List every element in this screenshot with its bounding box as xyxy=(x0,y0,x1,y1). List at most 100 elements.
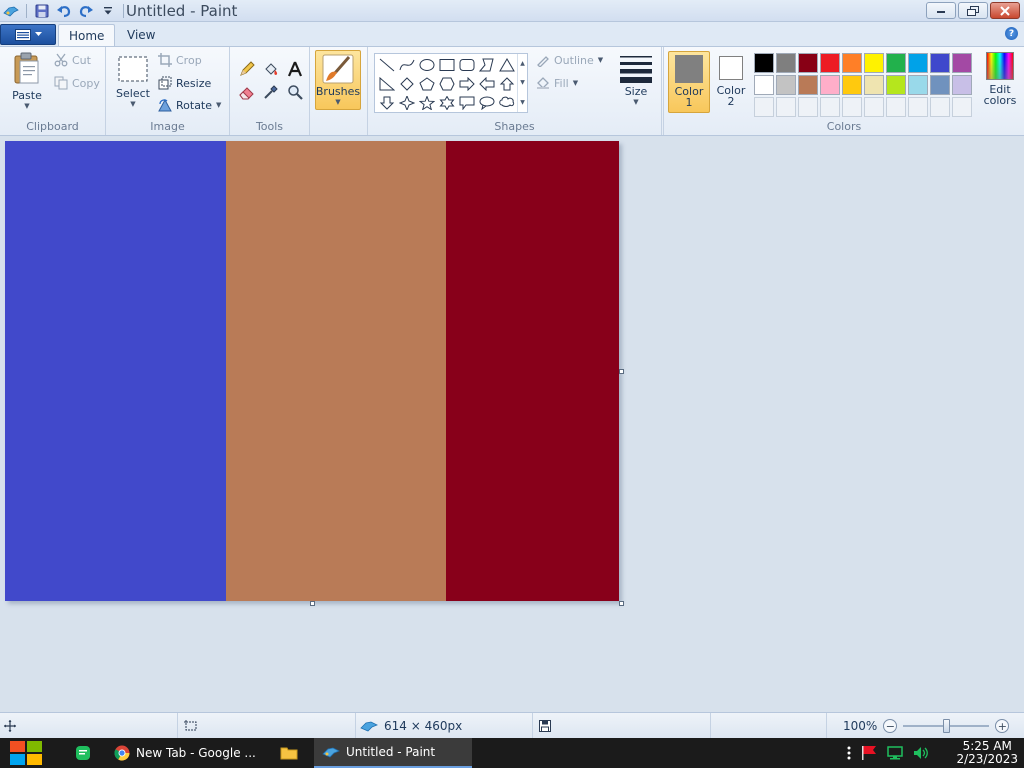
triangle-shape-icon[interactable] xyxy=(497,55,517,74)
left-arrow-shape-icon[interactable] xyxy=(477,74,497,93)
palette-color-swatch[interactable] xyxy=(864,53,884,73)
network-icon[interactable] xyxy=(886,745,904,761)
zoom-slider-thumb[interactable] xyxy=(943,719,951,733)
volume-icon[interactable] xyxy=(912,745,930,761)
magnifier-icon[interactable] xyxy=(284,82,306,102)
rounded-rectangle-shape-icon[interactable] xyxy=(457,55,477,74)
curve-shape-icon[interactable] xyxy=(397,55,417,74)
palette-custom-slot[interactable] xyxy=(864,97,884,117)
zoom-in-button[interactable]: + xyxy=(995,719,1010,733)
palette-color-swatch[interactable] xyxy=(842,75,862,95)
outline-button[interactable]: Outline ▼ xyxy=(536,53,603,67)
taskbar-chrome[interactable]: New Tab - Google ... xyxy=(106,738,264,768)
size-button[interactable]: Size ▼ xyxy=(618,53,654,106)
palette-color-swatch[interactable] xyxy=(776,75,796,95)
taskbar-app-green[interactable] xyxy=(64,738,102,768)
customize-qat-icon[interactable] xyxy=(99,2,117,20)
palette-color-swatch[interactable] xyxy=(952,75,972,95)
palette-color-swatch[interactable] xyxy=(886,75,906,95)
up-arrow-shape-icon[interactable] xyxy=(497,74,517,93)
canvas-resize-handle-bottom[interactable] xyxy=(310,601,315,606)
diamond-shape-icon[interactable] xyxy=(397,74,417,93)
palette-color-swatch[interactable] xyxy=(842,53,862,73)
six-point-star-shape-icon[interactable] xyxy=(437,93,457,112)
minimize-button[interactable] xyxy=(926,2,956,19)
select-button[interactable]: Select ▼ xyxy=(114,55,152,108)
clock[interactable]: 5:25 AM 2/23/2023 xyxy=(956,740,1018,766)
down-arrow-shape-icon[interactable] xyxy=(377,93,397,112)
drawing-canvas[interactable] xyxy=(5,141,619,601)
palette-color-swatch[interactable] xyxy=(820,75,840,95)
palette-custom-slot[interactable] xyxy=(776,97,796,117)
action-center-flag-icon[interactable] xyxy=(860,745,878,761)
text-icon[interactable] xyxy=(284,59,306,79)
rectangle-shape-icon[interactable] xyxy=(437,55,457,74)
palette-color-swatch[interactable] xyxy=(952,53,972,73)
eraser-icon[interactable] xyxy=(236,82,258,102)
palette-custom-slot[interactable] xyxy=(930,97,950,117)
color2-button[interactable]: Color 2 xyxy=(710,51,752,113)
canvas-workspace[interactable] xyxy=(0,137,1024,712)
zoom-slider[interactable] xyxy=(903,719,990,733)
paste-button[interactable]: Paste ▼ xyxy=(8,51,46,110)
palette-color-swatch[interactable] xyxy=(820,53,840,73)
save-icon[interactable] xyxy=(33,2,51,20)
more-options-icon[interactable] xyxy=(846,745,852,761)
gallery-expand-icon[interactable]: ▼ xyxy=(520,99,525,106)
palette-color-swatch[interactable] xyxy=(930,53,950,73)
four-point-star-shape-icon[interactable] xyxy=(397,93,417,112)
resize-button[interactable]: Resize xyxy=(158,76,211,90)
line-shape-icon[interactable] xyxy=(377,55,397,74)
palette-custom-slot[interactable] xyxy=(908,97,928,117)
palette-color-swatch[interactable] xyxy=(864,75,884,95)
palette-custom-slot[interactable] xyxy=(952,97,972,117)
palette-color-swatch[interactable] xyxy=(798,75,818,95)
help-icon[interactable]: ? xyxy=(1005,27,1018,40)
close-button[interactable] xyxy=(990,2,1020,19)
palette-color-swatch[interactable] xyxy=(798,53,818,73)
cloud-callout-shape-icon[interactable] xyxy=(497,93,517,112)
rotate-button[interactable]: Rotate ▼ xyxy=(158,98,221,112)
hexagon-shape-icon[interactable] xyxy=(437,74,457,93)
scroll-up-icon[interactable]: ▲ xyxy=(520,60,525,67)
oval-shape-icon[interactable] xyxy=(417,55,437,74)
color-picker-icon[interactable] xyxy=(260,82,282,102)
palette-color-swatch[interactable] xyxy=(886,53,906,73)
zoom-out-button[interactable]: − xyxy=(883,719,898,733)
palette-custom-slot[interactable] xyxy=(886,97,906,117)
scroll-down-icon[interactable]: ▼ xyxy=(520,79,525,86)
paint-app-icon[interactable] xyxy=(2,2,20,20)
tab-view[interactable]: View xyxy=(117,24,165,46)
palette-color-swatch[interactable] xyxy=(754,75,774,95)
start-button[interactable] xyxy=(8,740,44,766)
palette-custom-slot[interactable] xyxy=(754,97,774,117)
palette-color-swatch[interactable] xyxy=(908,53,928,73)
edit-colors-button[interactable]: Edit colors xyxy=(980,52,1020,106)
pentagon-shape-icon[interactable] xyxy=(417,74,437,93)
cut-button[interactable]: Cut xyxy=(54,53,91,67)
shapes-scrollbar[interactable]: ▲ ▼ ▼ xyxy=(517,54,527,112)
redo-icon[interactable] xyxy=(77,2,95,20)
palette-color-swatch[interactable] xyxy=(930,75,950,95)
brushes-button[interactable]: Brushes ▼ xyxy=(315,50,361,110)
canvas-resize-handle-right[interactable] xyxy=(619,369,624,374)
fill-icon[interactable] xyxy=(260,59,282,79)
oval-callout-shape-icon[interactable] xyxy=(477,93,497,112)
palette-color-swatch[interactable] xyxy=(908,75,928,95)
color1-button[interactable]: Color 1 xyxy=(668,51,710,113)
palette-custom-slot[interactable] xyxy=(820,97,840,117)
pencil-icon[interactable] xyxy=(236,59,258,79)
restore-button[interactable] xyxy=(958,2,988,19)
palette-color-swatch[interactable] xyxy=(754,53,774,73)
paint-menu-button[interactable] xyxy=(0,24,56,45)
crop-button[interactable]: Crop xyxy=(158,53,202,67)
palette-custom-slot[interactable] xyxy=(842,97,862,117)
copy-button[interactable]: Copy xyxy=(54,76,100,90)
right-triangle-shape-icon[interactable] xyxy=(377,74,397,93)
canvas-resize-handle-corner[interactable] xyxy=(619,601,624,606)
palette-color-swatch[interactable] xyxy=(776,53,796,73)
five-point-star-shape-icon[interactable] xyxy=(417,93,437,112)
taskbar-file-explorer[interactable] xyxy=(268,738,310,768)
polygon-shape-icon[interactable] xyxy=(477,55,497,74)
right-arrow-shape-icon[interactable] xyxy=(457,74,477,93)
